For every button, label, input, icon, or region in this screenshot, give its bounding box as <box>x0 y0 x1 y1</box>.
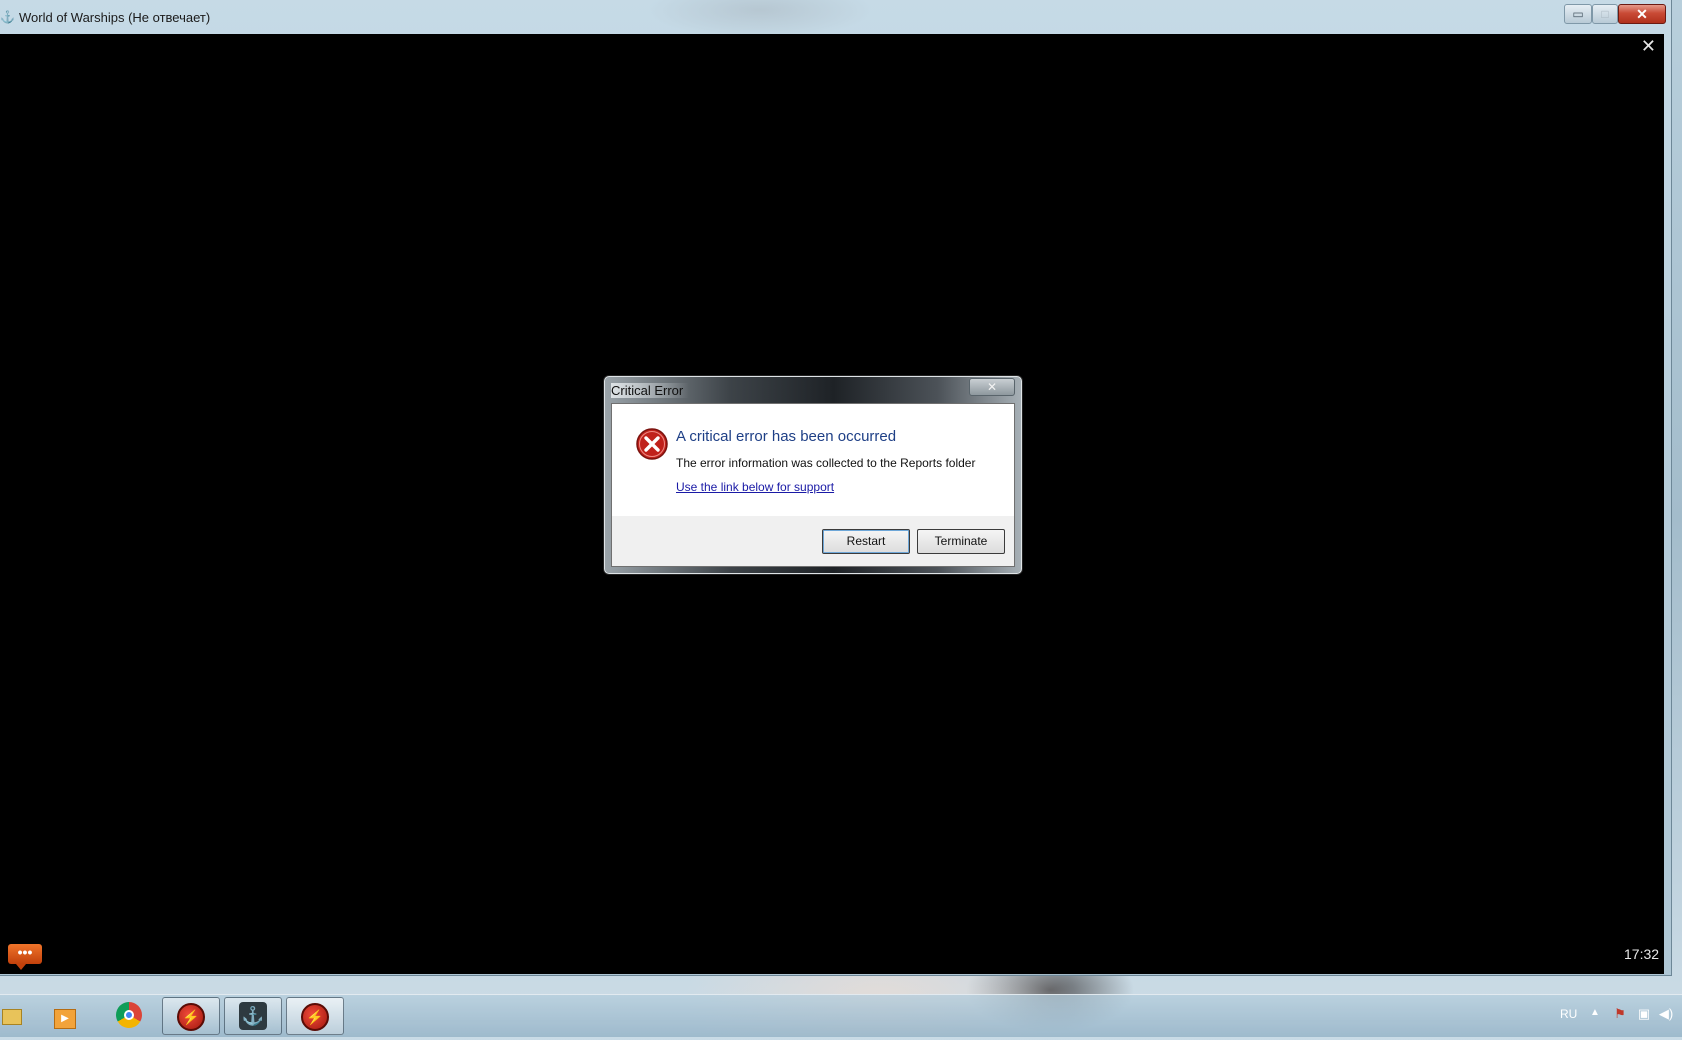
support-link[interactable]: Use the link below for support <box>676 480 834 494</box>
wargaming-icon: ⚡ <box>177 1003 205 1031</box>
error-message: The error information was collected to t… <box>676 456 976 470</box>
taskbar-world-of-warships-active[interactable]: ⚡ <box>286 997 344 1035</box>
taskbar: ▶ ⚡ ⚓ ⚡ RU ▲ ⚑ ▣ ◀) <box>0 994 1682 1037</box>
minimize-button[interactable]: ▭ <box>1564 4 1592 24</box>
network-icon[interactable]: ▣ <box>1636 1007 1652 1021</box>
wargaming-icon: ⚡ <box>301 1003 329 1031</box>
show-hidden-icons-button[interactable]: ▲ <box>1590 1007 1600 1018</box>
client-close-icon[interactable]: ✕ <box>1641 36 1656 56</box>
folder-icon <box>2 1009 22 1025</box>
volume-icon[interactable]: ◀) <box>1658 1007 1674 1021</box>
window-title: World of Warships (Не отвечает) <box>19 10 211 25</box>
warships-anchor-icon: ⚓ <box>239 1002 267 1030</box>
terminate-button[interactable]: Terminate <box>917 529 1005 554</box>
window-close-button[interactable]: ✕ <box>1618 4 1666 24</box>
dialog-title: Critical Error <box>611 383 690 398</box>
taskbar-world-of-warships[interactable]: ⚓ <box>224 997 282 1035</box>
game-clock: 17:32 <box>1624 946 1660 962</box>
action-center-flag-icon[interactable]: ⚑ <box>1612 1007 1628 1021</box>
restart-button[interactable]: Restart <box>822 529 910 554</box>
dialog-footer: Restart Terminate <box>612 516 1014 566</box>
taskbar-explorer[interactable] <box>0 997 24 1035</box>
error-heading: A critical error has been occurred <box>676 428 897 445</box>
chrome-icon <box>116 1002 142 1028</box>
maximize-button[interactable]: □ <box>1592 4 1618 24</box>
taskbar-media-player[interactable]: ▶ <box>50 997 80 1035</box>
media-player-icon: ▶ <box>54 1009 76 1029</box>
error-icon <box>636 428 668 460</box>
chat-button[interactable]: ••• <box>8 944 42 970</box>
taskbar-wargaming-center[interactable]: ⚡ <box>162 997 220 1035</box>
dialog-close-button[interactable]: ✕ <box>969 378 1015 396</box>
warships-app-icon: ⚓ <box>0 10 15 24</box>
dialog-body: A critical error has been occurred The e… <box>611 403 1015 567</box>
language-indicator[interactable]: RU <box>1560 1007 1577 1021</box>
critical-error-dialog: Critical Error ✕ A critical error has be… <box>604 376 1022 574</box>
window-titlebar[interactable]: ⚓ World of Warships (Не отвечает) ▭ □ ✕ <box>0 0 1672 34</box>
taskbar-chrome[interactable] <box>108 997 150 1035</box>
